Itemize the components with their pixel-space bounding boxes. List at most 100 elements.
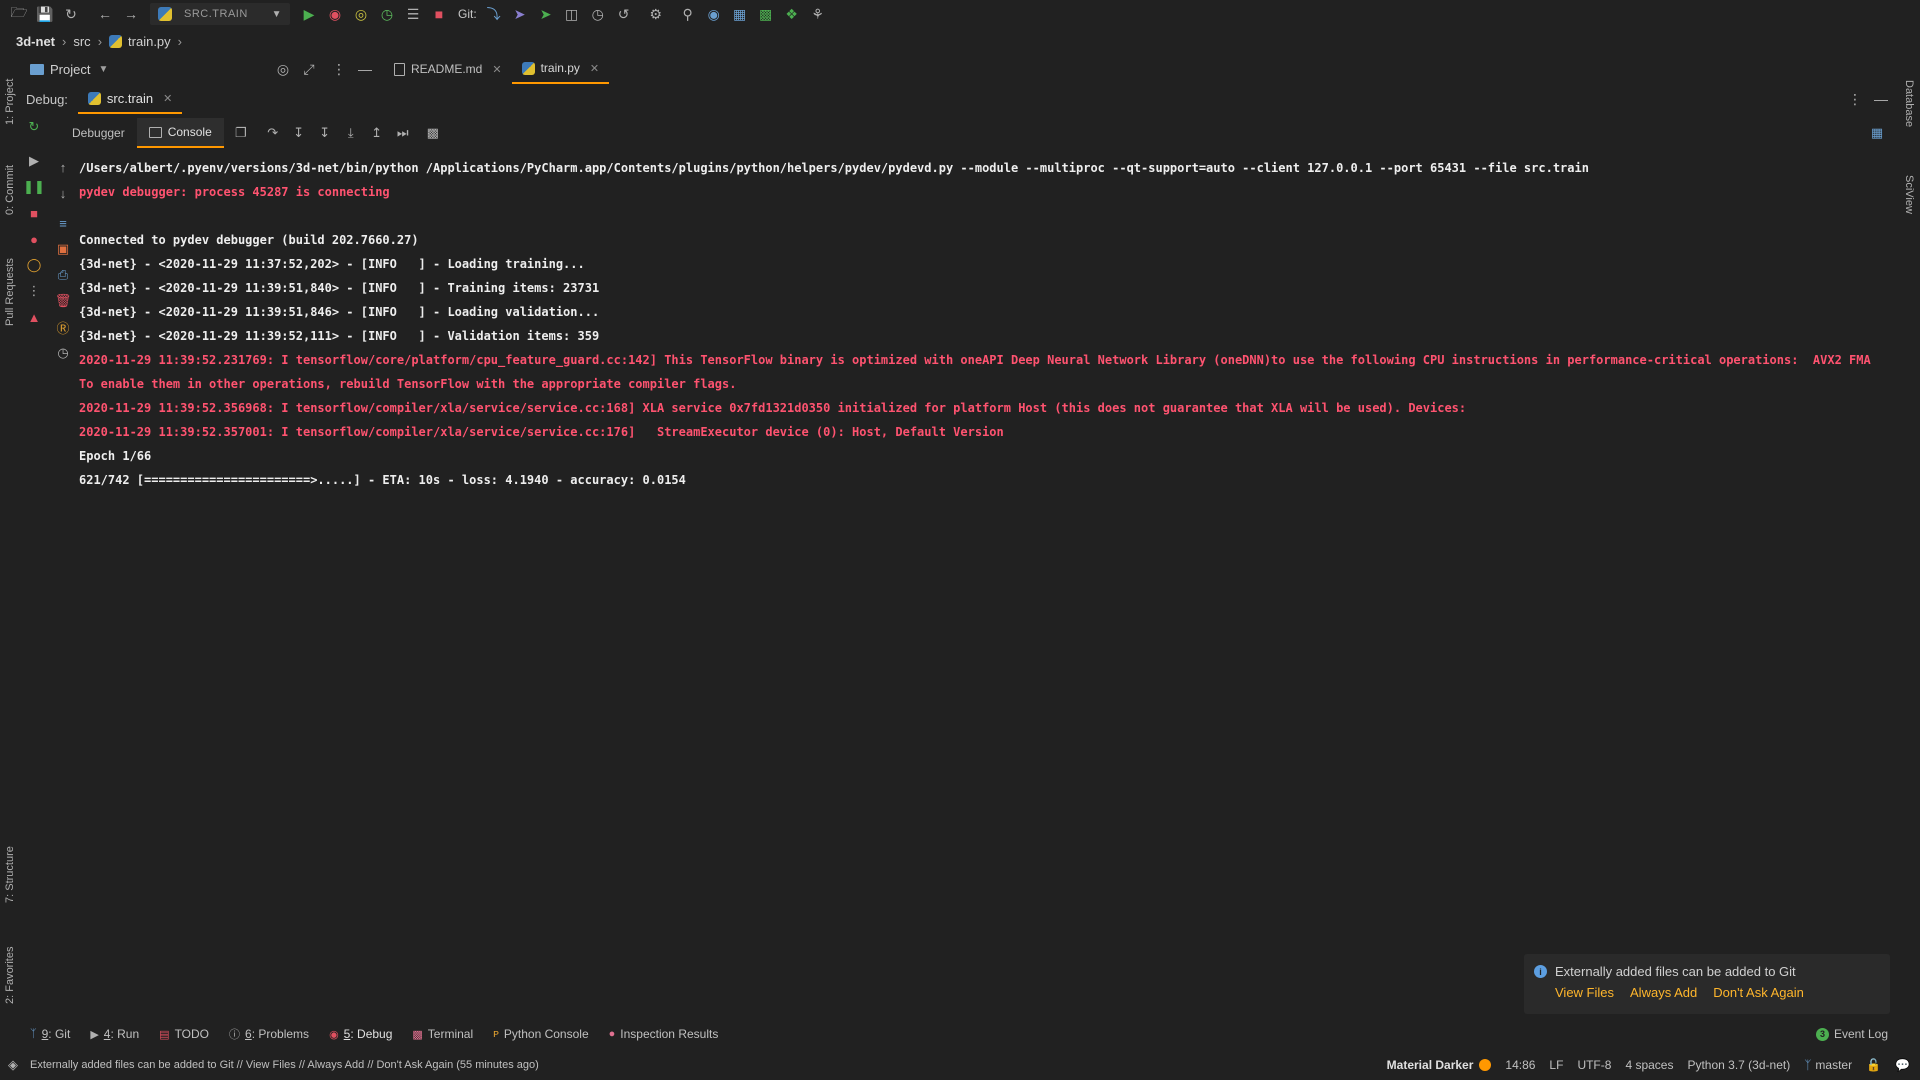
debug-session-tab[interactable]: src.train ✕ bbox=[77, 84, 183, 114]
tool-window-debug[interactable]: ◉ 5: Debug bbox=[319, 1022, 402, 1046]
pause-icon[interactable]: ❚❚ bbox=[23, 174, 45, 200]
collapse-icon[interactable]: ⤢ bbox=[296, 56, 322, 82]
view-files-link[interactable]: View Files bbox=[1555, 985, 1614, 1000]
run-concurrent-icon[interactable]: ☰ bbox=[400, 1, 426, 27]
scroll-up-icon[interactable]: ↑ bbox=[52, 154, 74, 180]
git-branch-widget[interactable]: ᛉ master bbox=[1804, 1058, 1852, 1072]
search-icon[interactable]: ⚲ bbox=[675, 1, 701, 27]
git-rollback-icon[interactable]: ↺ bbox=[611, 1, 637, 27]
tab-label: README.md bbox=[411, 62, 483, 76]
sidebar-tab-sciview[interactable]: SciView bbox=[1898, 154, 1920, 234]
debug-icon[interactable]: ◉ bbox=[322, 1, 348, 27]
more-options-icon[interactable]: ⋮ bbox=[1842, 86, 1868, 112]
tab-debugger[interactable]: Debugger bbox=[60, 118, 137, 148]
coverage-icon[interactable]: ◎ bbox=[348, 1, 374, 27]
sync-icon[interactable]: ↻ bbox=[58, 1, 84, 27]
layers-icon[interactable]: ◈ bbox=[8, 1057, 18, 1073]
more-options-icon[interactable]: ⋮ bbox=[23, 278, 45, 304]
project-structure-icon[interactable]: ▩ bbox=[753, 1, 779, 27]
minimize-icon[interactable]: — bbox=[352, 56, 378, 82]
run-icon[interactable]: ▶ bbox=[296, 1, 322, 27]
git-update-icon[interactable]: ⤵ bbox=[481, 1, 507, 27]
pin-tab-icon[interactable]: ▲ bbox=[23, 304, 45, 330]
git-push-icon[interactable]: ➤ bbox=[533, 1, 559, 27]
lock-icon[interactable]: 🔓 bbox=[1866, 1058, 1881, 1072]
tool-window-run[interactable]: ▶ 4: Run bbox=[80, 1022, 149, 1046]
sidebar-tab-favorites[interactable]: 2: Favorites bbox=[0, 930, 20, 1020]
step-into-icon[interactable]: ↧ bbox=[286, 120, 312, 146]
back-arrow-icon[interactable]: ← bbox=[92, 1, 118, 27]
console-output[interactable]: /Users/albert/.pyenv/versions/3d-net/bin… bbox=[79, 156, 1889, 492]
resume-icon[interactable]: ▶ bbox=[23, 148, 45, 174]
notifications-icon[interactable]: 💬 bbox=[1895, 1058, 1910, 1072]
git-compare-icon[interactable]: ◫ bbox=[559, 1, 585, 27]
tab-console[interactable]: Console bbox=[136, 118, 224, 148]
tab-readme[interactable]: README.md ✕ bbox=[384, 54, 512, 84]
tool-window-python-console[interactable]: ᴘ Python Console bbox=[483, 1022, 598, 1046]
python-interpreter[interactable]: Python 3.7 (3d-net) bbox=[1687, 1058, 1790, 1072]
tool-window-terminal[interactable]: ▩ Terminal bbox=[402, 1022, 483, 1046]
history-icon[interactable]: ◷ bbox=[52, 340, 74, 366]
settings-icon[interactable]: ⚙ bbox=[643, 1, 669, 27]
stop-icon[interactable]: ■ bbox=[23, 200, 45, 226]
breadcrumb-src[interactable]: src bbox=[73, 34, 90, 49]
scroll-to-end-icon[interactable]: ▣ bbox=[52, 236, 74, 262]
sidebar-tab-commit[interactable]: 0: Commit bbox=[0, 150, 20, 230]
view-breakpoints-icon[interactable]: ● bbox=[23, 226, 45, 252]
stop-icon[interactable]: ■ bbox=[426, 1, 452, 27]
step-out-icon[interactable]: ↥ bbox=[364, 120, 390, 146]
python-console-icon[interactable]: Ⓡ bbox=[52, 314, 74, 340]
profile-icon[interactable]: ◷ bbox=[374, 1, 400, 27]
restore-layout-icon[interactable]: ❐ bbox=[228, 120, 254, 146]
tool-window-problems[interactable]: ⓘ 6: Problems bbox=[219, 1022, 319, 1046]
bug-report-icon[interactable]: ⚘ bbox=[805, 1, 831, 27]
tool-window-git[interactable]: ᛉ 9: Git bbox=[20, 1022, 80, 1046]
evaluate-expression-icon[interactable]: ▩ bbox=[420, 120, 446, 146]
close-icon[interactable]: ✕ bbox=[590, 62, 599, 75]
more-options-icon[interactable]: ⋮ bbox=[326, 56, 352, 82]
force-step-into-icon[interactable]: ⤓ bbox=[338, 120, 364, 146]
tool-window-todo[interactable]: ▤ TODO bbox=[149, 1022, 219, 1046]
run-configuration-select[interactable]: SRC.TRAIN ▼ bbox=[150, 3, 290, 25]
status-message[interactable]: Externally added files can be added to G… bbox=[30, 1059, 539, 1071]
layout-settings-icon[interactable]: ▦ bbox=[1864, 120, 1890, 146]
breadcrumb-file[interactable]: train.py bbox=[128, 34, 171, 49]
sidebar-tab-structure[interactable]: 7: Structure bbox=[0, 830, 20, 920]
minimize-icon[interactable]: — bbox=[1868, 86, 1894, 112]
plugins-icon[interactable]: ❖ bbox=[779, 1, 805, 27]
file-encoding[interactable]: UTF-8 bbox=[1577, 1058, 1611, 1072]
layout-icon[interactable]: ▦ bbox=[727, 1, 753, 27]
step-into-my-code-icon[interactable]: ↧ bbox=[312, 120, 338, 146]
save-icon[interactable]: 💾 bbox=[32, 1, 58, 27]
close-icon[interactable]: ✕ bbox=[492, 63, 501, 76]
forward-arrow-icon[interactable]: → bbox=[118, 1, 144, 27]
cursor-position[interactable]: 14:86 bbox=[1505, 1058, 1535, 1072]
event-log-button[interactable]: 3 Event Log bbox=[1806, 1022, 1898, 1046]
sidebar-tab-pull-requests[interactable]: Pull Requests bbox=[0, 242, 20, 342]
close-icon[interactable]: ✕ bbox=[163, 92, 172, 105]
open-folder-icon[interactable]: 🗁 bbox=[6, 1, 32, 27]
locate-icon[interactable]: ◎ bbox=[270, 56, 296, 82]
breadcrumb-project[interactable]: 3d-net bbox=[16, 34, 55, 49]
run-to-cursor-icon[interactable]: ⏭ bbox=[390, 120, 416, 146]
project-view-select[interactable]: Project ▼ bbox=[20, 54, 140, 84]
mute-breakpoints-icon[interactable]: ◯ bbox=[23, 252, 45, 278]
step-over-icon[interactable]: ↷ bbox=[260, 120, 286, 146]
indent-setting[interactable]: 4 spaces bbox=[1625, 1058, 1673, 1072]
sidebar-tab-database[interactable]: Database bbox=[1898, 64, 1920, 144]
soft-wrap-icon[interactable]: ≡ bbox=[52, 210, 74, 236]
tab-train-py[interactable]: train.py ✕ bbox=[511, 54, 610, 84]
scroll-down-icon[interactable]: ↓ bbox=[52, 180, 74, 206]
line-separator[interactable]: LF bbox=[1549, 1058, 1563, 1072]
sidebar-tab-project[interactable]: 1: Project bbox=[0, 62, 20, 142]
always-add-link[interactable]: Always Add bbox=[1630, 985, 1697, 1000]
target-icon[interactable]: ◉ bbox=[701, 1, 727, 27]
rerun-icon[interactable]: ↻ bbox=[23, 114, 45, 140]
tool-window-inspection-results[interactable]: ● Inspection Results bbox=[599, 1022, 729, 1046]
git-history-icon[interactable]: ◷ bbox=[585, 1, 611, 27]
git-commit-icon[interactable]: ➤ bbox=[507, 1, 533, 27]
theme-indicator[interactable]: Material Darker bbox=[1387, 1058, 1492, 1072]
clear-all-icon[interactable]: 🗑 bbox=[52, 288, 74, 314]
print-icon[interactable]: ⎙ bbox=[52, 262, 74, 288]
dont-ask-again-link[interactable]: Don't Ask Again bbox=[1713, 985, 1804, 1000]
